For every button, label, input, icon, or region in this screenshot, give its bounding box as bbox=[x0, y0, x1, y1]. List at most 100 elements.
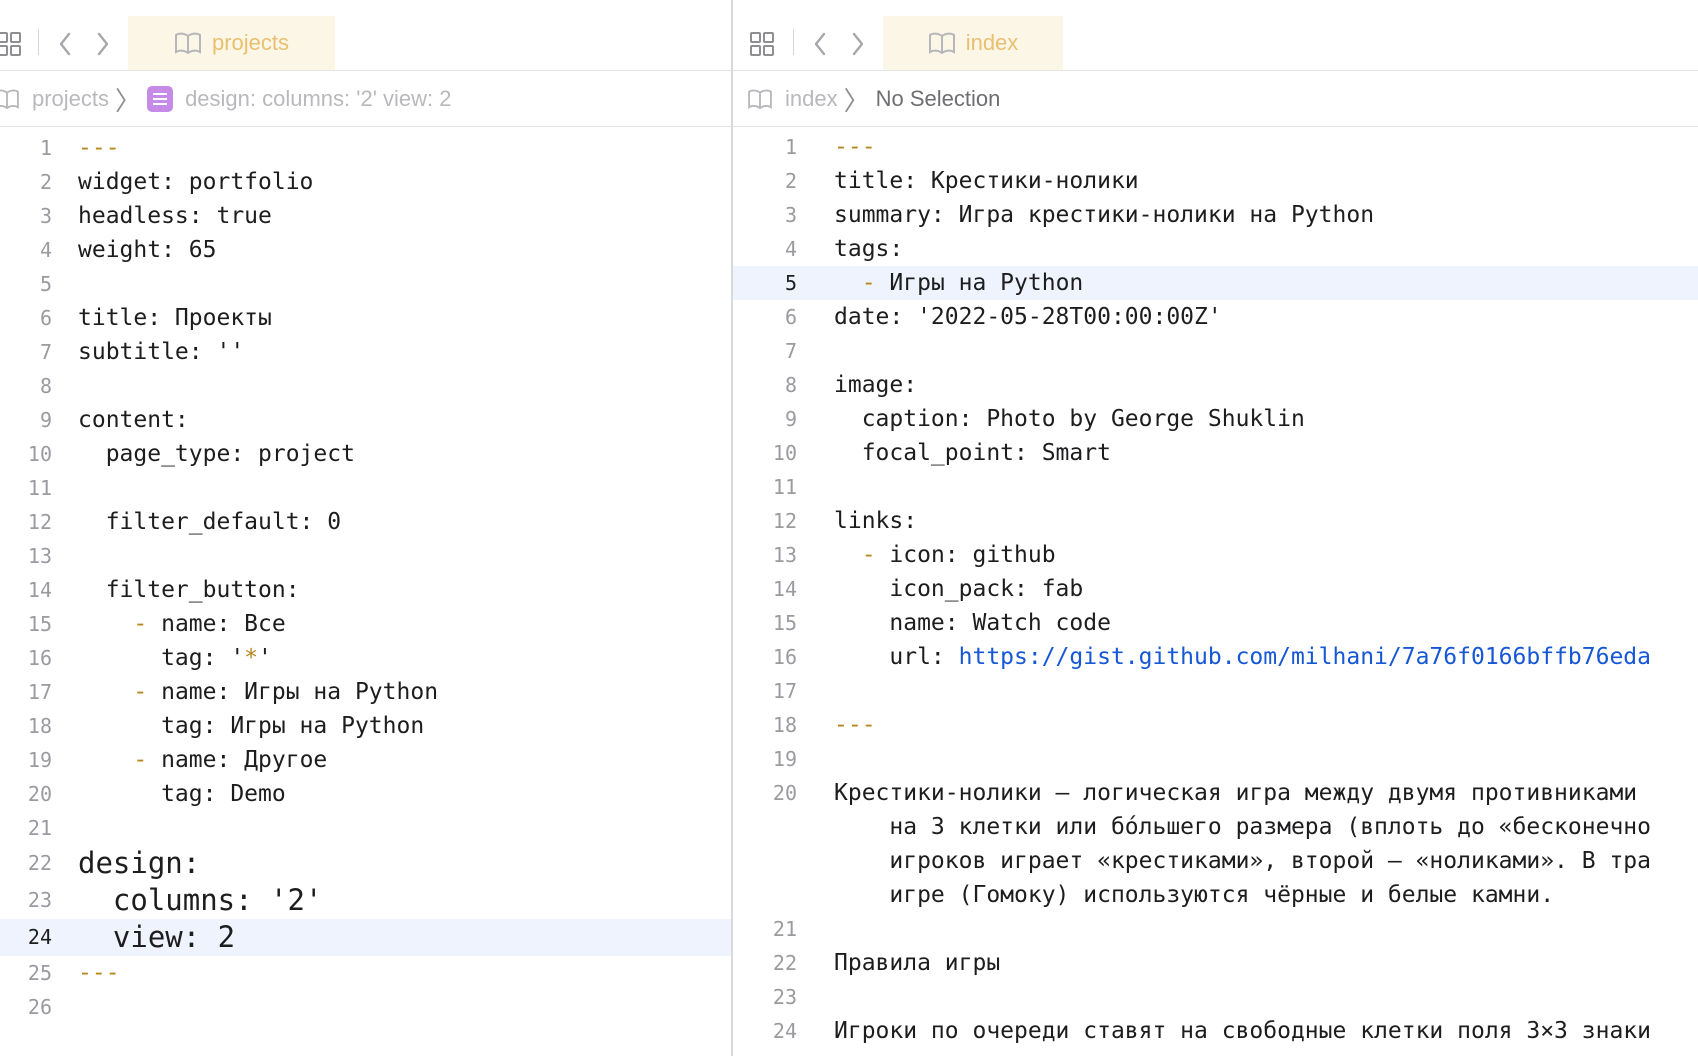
code-line[interactable]: 23 bbox=[733, 980, 1698, 1014]
code-line[interactable]: 19 bbox=[733, 742, 1698, 776]
code-token: headless: true bbox=[78, 203, 272, 229]
code-token: filter_default: 0 bbox=[78, 509, 342, 535]
code-text: tags: bbox=[834, 232, 903, 266]
related-items-icon[interactable] bbox=[747, 29, 777, 59]
code-line[interactable]: 21 bbox=[0, 811, 732, 845]
code-line[interactable]: 20 tag: Demo bbox=[0, 777, 732, 811]
code-line[interactable]: 15 name: Watch code bbox=[733, 606, 1698, 640]
right-code-editor[interactable]: 1 --- 2 title: Крестики-нолики 3 summary: Игр… bbox=[733, 128, 1698, 1056]
code-text: tag: Demo bbox=[78, 777, 286, 811]
code-token: ' bbox=[258, 645, 272, 671]
code-line[interactable]: 8 bbox=[0, 369, 732, 403]
code-line[interactable]: 26 bbox=[0, 990, 732, 1024]
code-line[interactable]: 17 bbox=[733, 674, 1698, 708]
left-code-editor[interactable]: 1 --- 2 widget: portfolio 3 headless: true 4 we… bbox=[0, 128, 732, 1056]
breadcrumb-chevron-icon: 〉 bbox=[115, 85, 142, 116]
code-line[interactable]: 12 links: bbox=[733, 504, 1698, 538]
code-line[interactable]: 11 bbox=[0, 471, 732, 505]
line-number: 9 bbox=[39, 408, 52, 432]
code-line[interactable]: 4 tags: bbox=[733, 232, 1698, 266]
code-line[interactable]: игре (Гомоку) используются чёрные и белы… bbox=[733, 878, 1698, 912]
code-line[interactable]: 13 - icon: github bbox=[733, 538, 1698, 572]
code-line[interactable]: 23 columns: '2' bbox=[0, 882, 732, 919]
breadcrumb-file[interactable]: projects bbox=[0, 86, 109, 112]
code-line[interactable]: 7 subtitle: '' bbox=[0, 335, 732, 369]
code-line[interactable]: 12 filter_default: 0 bbox=[0, 505, 732, 539]
breadcrumb-file-label: index bbox=[785, 86, 838, 111]
tab-index[interactable]: index bbox=[883, 16, 1063, 70]
code-line[interactable]: 17 - name: Игры на Python bbox=[0, 675, 732, 709]
code-token: Игры на Python bbox=[875, 270, 1084, 296]
code-line[interactable]: 2 title: Крестики-нолики bbox=[733, 164, 1698, 198]
code-line[interactable]: 22 design: bbox=[0, 845, 732, 882]
code-line[interactable]: 16 url: https://gist.github.com/milhani/… bbox=[733, 640, 1698, 674]
code-line[interactable]: 18 tag: Игры на Python bbox=[0, 709, 732, 743]
back-chevron-icon[interactable] bbox=[50, 29, 80, 59]
code-line[interactable]: 6 date: '2022-05-28T00:00:00Z' bbox=[733, 300, 1698, 334]
code-line[interactable]: 19 - name: Другое bbox=[0, 743, 732, 777]
line-number: 8 bbox=[784, 373, 797, 397]
yaml-marker-token: * bbox=[244, 645, 259, 671]
code-line[interactable]: 15 - name: Все bbox=[0, 607, 732, 641]
line-number: 13 bbox=[27, 544, 52, 568]
code-line[interactable]: 24 view: 2 bbox=[0, 919, 732, 956]
right-editor-pane: index index 〉 No Selection 1 --- 2 title: К… bbox=[733, 0, 1698, 1056]
code-text: name: Watch code bbox=[834, 606, 1111, 640]
code-line[interactable]: 18 --- bbox=[733, 708, 1698, 742]
code-line[interactable]: 14 icon_pack: fab bbox=[733, 572, 1698, 606]
yaml-marker-token: - bbox=[133, 679, 148, 705]
code-line[interactable]: 5 - Игры на Python bbox=[733, 266, 1698, 300]
code-line[interactable]: 25 --- bbox=[0, 956, 732, 990]
code-token: date: '2022-05-28T00:00:00Z' bbox=[834, 304, 1222, 330]
related-items-icon[interactable] bbox=[0, 29, 24, 59]
code-line[interactable]: 10 page_type: project bbox=[0, 437, 732, 471]
code-line[interactable]: 1 --- bbox=[733, 130, 1698, 164]
breadcrumb-file[interactable]: index bbox=[747, 86, 838, 112]
code-token: filter_button: bbox=[78, 577, 300, 603]
code-line[interactable]: 3 headless: true bbox=[0, 199, 732, 233]
code-line[interactable]: 21 bbox=[733, 912, 1698, 946]
tab-projects[interactable]: projects bbox=[128, 16, 335, 70]
code-text: --- bbox=[78, 131, 120, 165]
line-number: 6 bbox=[784, 305, 797, 329]
line-number: 26 bbox=[27, 995, 52, 1019]
code-line[interactable]: 8 image: bbox=[733, 368, 1698, 402]
line-number: 6 bbox=[39, 306, 52, 330]
back-chevron-icon[interactable] bbox=[805, 29, 835, 59]
code-line[interactable]: 10 focal_point: Smart bbox=[733, 436, 1698, 470]
code-line[interactable]: 9 content: bbox=[0, 403, 732, 437]
code-line[interactable]: 6 title: Проекты bbox=[0, 301, 732, 335]
code-line[interactable]: 7 bbox=[733, 334, 1698, 368]
code-line[interactable]: 3 summary: Игра крестики-нолики на Python bbox=[733, 198, 1698, 232]
code-line[interactable]: 1 --- bbox=[0, 131, 732, 165]
code-line[interactable]: 2 widget: portfolio bbox=[0, 165, 732, 199]
code-line[interactable]: 4 weight: 65 bbox=[0, 233, 732, 267]
line-number: 24 bbox=[772, 1019, 797, 1043]
code-line[interactable]: 22 Правила игры bbox=[733, 946, 1698, 980]
code-text: --- bbox=[834, 130, 876, 164]
breadcrumb-symbol[interactable]: design: columns: '2' view: 2 bbox=[147, 86, 451, 112]
code-line[interactable]: 16 tag: '*' bbox=[0, 641, 732, 675]
code-line[interactable]: 14 filter_button: bbox=[0, 573, 732, 607]
code-token: icon_pack: fab bbox=[834, 576, 1084, 602]
code-text: caption: Photo by George Shuklin bbox=[834, 402, 1305, 436]
url-token[interactable]: https://gist.github.com/milhani/7a76f016… bbox=[959, 644, 1651, 670]
code-line[interactable]: 9 caption: Photo by George Shuklin bbox=[733, 402, 1698, 436]
forward-chevron-icon[interactable] bbox=[843, 29, 873, 59]
code-text: url: https://gist.github.com/milhani/7a7… bbox=[834, 640, 1651, 674]
toolbar-separator bbox=[793, 29, 794, 55]
forward-chevron-icon[interactable] bbox=[88, 29, 118, 59]
code-line[interactable]: 11 bbox=[733, 470, 1698, 504]
line-number: 15 bbox=[27, 612, 52, 636]
code-line[interactable]: игроков играет «крестиками», второй — «н… bbox=[733, 844, 1698, 878]
code-line[interactable]: 5 bbox=[0, 267, 732, 301]
code-token: widget: portfolio bbox=[78, 169, 314, 195]
breadcrumb-symbol[interactable]: No Selection bbox=[876, 86, 1001, 112]
code-line[interactable]: 13 bbox=[0, 539, 732, 573]
code-token: name: Все bbox=[147, 611, 286, 637]
code-token: content: bbox=[78, 407, 189, 433]
code-line[interactable]: 24 Игроки по очереди ставят на свободные … bbox=[733, 1014, 1698, 1048]
code-line[interactable]: 20 Крестики-нолики — логическая игра межд… bbox=[733, 776, 1698, 810]
code-line[interactable]: на 3 клетки или бо́льшего размера (вплот… bbox=[733, 810, 1698, 844]
